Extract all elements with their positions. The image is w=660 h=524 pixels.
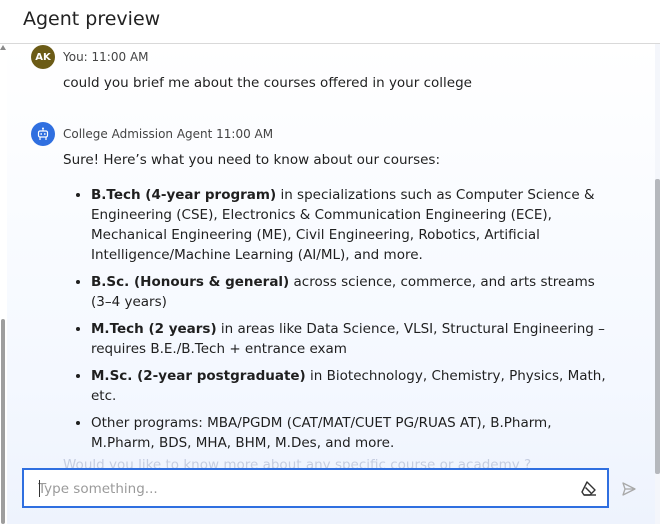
send-icon bbox=[622, 482, 636, 496]
message-input[interactable] bbox=[38, 478, 558, 500]
course-name: B.Sc. (Honours & general) bbox=[91, 274, 290, 290]
left-scrollbar-thumb[interactable] bbox=[1, 319, 5, 524]
list-item: M.Sc. (2-year postgraduate) in Biotechno… bbox=[91, 366, 611, 406]
course-description: Other programs: MBA/PGDM (CAT/MAT/CUET P… bbox=[91, 415, 552, 451]
list-item: B.Tech (4-year program) in specializatio… bbox=[91, 185, 611, 265]
user-avatar: AK bbox=[31, 45, 55, 69]
left-scrollbar[interactable] bbox=[0, 44, 7, 524]
course-name: M.Tech (2 years) bbox=[91, 321, 217, 337]
chat-scrollbar[interactable] bbox=[655, 44, 660, 524]
agent-intro-text: Sure! Here’s what you need to know about… bbox=[63, 152, 441, 168]
robot-icon bbox=[37, 127, 49, 140]
page-title: Agent preview bbox=[23, 8, 161, 30]
list-item: Other programs: MBA/PGDM (CAT/MAT/CUET P… bbox=[91, 413, 611, 453]
agent-avatar bbox=[31, 122, 55, 146]
message-composer bbox=[22, 468, 609, 508]
agent-message-meta: College Admission Agent 11:00 AM bbox=[63, 127, 274, 141]
text-cursor bbox=[39, 480, 40, 497]
chat-transcript: AK You: 11:00 AM could you brief me abou… bbox=[7, 44, 655, 524]
header: Agent preview bbox=[0, 0, 660, 44]
course-list: B.Tech (4-year program) in specializatio… bbox=[63, 185, 611, 460]
user-avatar-initials: AK bbox=[35, 51, 51, 63]
list-item: M.Tech (2 years) in areas like Data Scie… bbox=[91, 319, 611, 359]
scroll-up-arrow-icon[interactable] bbox=[0, 45, 6, 50]
send-button[interactable] bbox=[610, 470, 648, 508]
course-name: B.Tech (4-year program) bbox=[91, 187, 277, 203]
user-message-meta: You: 11:00 AM bbox=[63, 50, 149, 64]
list-item: B.Sc. (Honours & general) across science… bbox=[91, 272, 611, 312]
chat-scrollbar-thumb[interactable] bbox=[655, 179, 660, 474]
eraser-icon[interactable] bbox=[580, 479, 598, 497]
course-name: M.Sc. (2-year postgraduate) bbox=[91, 368, 306, 384]
user-message-text: could you brief me about the courses off… bbox=[63, 75, 472, 91]
